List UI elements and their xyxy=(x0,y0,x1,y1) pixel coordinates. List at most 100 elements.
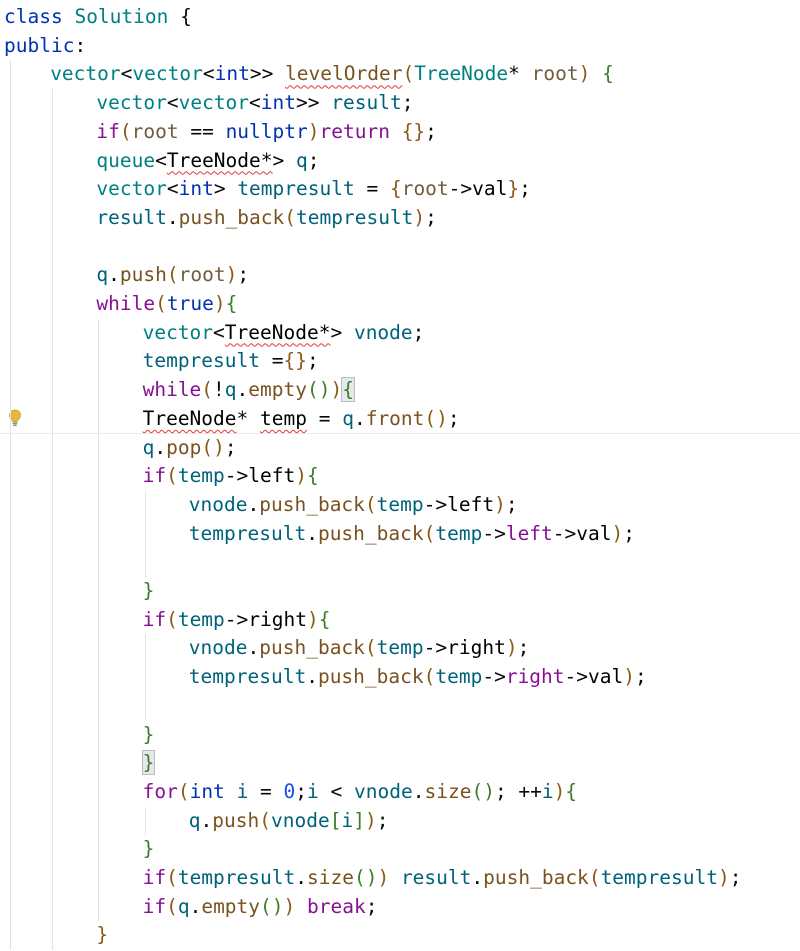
code-editor[interactable]: class Solution {public: vector<vector<int… xyxy=(0,0,800,951)
code-token: ( xyxy=(155,292,167,315)
code-line[interactable]: tempresult.push_back(temp->right->val); xyxy=(189,663,647,692)
code-line[interactable]: if(temp->right){ xyxy=(143,606,331,635)
code-line[interactable]: if(root == nullptr)return {}; xyxy=(96,118,437,147)
code-line[interactable]: vector<vector<int>> levelOrder(TreeNode*… xyxy=(50,60,614,89)
code-line[interactable]: vector<vector<int>> result; xyxy=(96,89,413,118)
code-token: } xyxy=(142,837,155,861)
code-token: temp xyxy=(177,607,225,631)
code-token: 0 xyxy=(283,779,296,803)
code-token: if xyxy=(96,119,120,143)
code-token: root xyxy=(401,177,449,201)
code-token: ; xyxy=(224,435,237,459)
code-token: -> xyxy=(482,665,506,689)
code-line[interactable]: } xyxy=(141,749,156,778)
code-token: . xyxy=(306,521,318,545)
code-token: front xyxy=(365,406,425,430)
code-token: { xyxy=(168,5,192,28)
code-line[interactable]: public: xyxy=(4,32,86,61)
code-token: < xyxy=(166,91,179,115)
code-token: vector xyxy=(96,177,167,201)
code-token: TreeNode* xyxy=(224,320,331,344)
code-line[interactable]: TreeNode* temp = q.front(); xyxy=(143,405,460,434)
code-line[interactable]: } xyxy=(143,577,155,606)
code-token: >> xyxy=(249,62,286,86)
code-token: () xyxy=(424,406,448,430)
code-line[interactable]: tempresult.push_back(temp->left->val); xyxy=(189,520,635,549)
code-token: . xyxy=(236,378,249,402)
code-token: ; xyxy=(623,521,636,545)
code-line[interactable]: if(tempresult.size()) result.push_back(t… xyxy=(143,864,742,893)
code-token: vnode xyxy=(354,779,413,803)
code-line[interactable]: vector<int> tempresult = {root->val}; xyxy=(96,175,531,204)
code-line[interactable]: q.push(root); xyxy=(96,261,249,290)
code-line[interactable]: queue<TreeNode*> q; xyxy=(96,147,319,176)
code-token: { xyxy=(565,779,578,803)
code-token: () xyxy=(471,779,495,803)
code-token: . xyxy=(471,866,484,889)
code-line[interactable]: q.push(vnode[i]); xyxy=(189,807,389,836)
code-token: ++ xyxy=(518,779,542,803)
code-line[interactable]: if(q.empty()) break; xyxy=(143,893,378,922)
code-line[interactable]: q.pop(); xyxy=(143,434,237,463)
code-token: . xyxy=(166,205,179,229)
code-token: { xyxy=(318,607,331,631)
code-token: [ xyxy=(329,808,342,832)
code-token: ) xyxy=(283,894,296,918)
code-line[interactable]: class Solution { xyxy=(4,3,192,32)
code-token: ( xyxy=(119,119,132,143)
code-token: vector xyxy=(132,62,203,86)
code-token: ; xyxy=(412,320,425,344)
code-line[interactable]: } xyxy=(143,835,155,864)
code-token: ; xyxy=(365,894,378,918)
code-token: . xyxy=(189,894,202,918)
code-token: pop xyxy=(166,435,202,459)
code-token: result xyxy=(400,866,472,889)
code-line[interactable]: result.push_back(tempresult); xyxy=(96,204,437,233)
code-token: i xyxy=(541,779,554,803)
code-token: ) xyxy=(717,866,730,889)
code-token: if xyxy=(142,464,167,488)
code-line[interactable]: while(true){ xyxy=(96,290,237,319)
code-token: left xyxy=(505,521,553,545)
code-line[interactable]: vnode.push_back(temp->left); xyxy=(189,491,518,520)
code-token: > xyxy=(272,148,296,172)
code-token: ; xyxy=(306,349,319,373)
code-token: -> xyxy=(423,636,448,660)
indent-guide xyxy=(144,490,146,577)
code-token: ( xyxy=(588,866,601,889)
code-token: q xyxy=(96,263,109,287)
code-token: tempresult xyxy=(296,205,414,229)
code-token: -> xyxy=(224,464,249,488)
code-token: * xyxy=(236,406,260,430)
code-line[interactable]: vnode.push_back(temp->right); xyxy=(189,634,530,663)
code-token: < xyxy=(120,62,133,86)
code-token: ; xyxy=(237,263,250,287)
code-token: int xyxy=(260,91,297,115)
code-token: ) xyxy=(377,866,390,889)
code-line[interactable]: for(int i = 0;i < vnode.size(); ++i){ xyxy=(143,778,578,807)
code-line[interactable]: } xyxy=(96,921,108,950)
code-token: ( xyxy=(166,607,178,631)
code-line[interactable]: } xyxy=(143,721,155,750)
code-token: -> xyxy=(552,521,577,545)
code-token: vector xyxy=(96,91,167,115)
code-line[interactable]: vector<TreeNode*> vnode; xyxy=(143,319,425,348)
code-token: q xyxy=(342,406,354,430)
code-line[interactable]: if(temp->left){ xyxy=(143,462,319,491)
code-token: ) xyxy=(505,636,518,660)
code-token: temp xyxy=(376,492,424,516)
code-token: ( xyxy=(364,492,377,516)
code-token: -> xyxy=(224,607,249,631)
code-token: for xyxy=(142,779,178,803)
code-token: i xyxy=(307,779,319,803)
code-token: val xyxy=(588,665,624,689)
code-token: ) xyxy=(364,808,377,832)
code-token: } xyxy=(96,923,109,947)
code-token: if xyxy=(142,894,167,918)
code-line[interactable]: while(!q.empty()){ xyxy=(143,376,355,405)
indent-guide xyxy=(52,89,54,951)
code-token: { xyxy=(225,292,238,315)
code-token: } xyxy=(142,579,155,602)
code-line[interactable]: tempresult ={}; xyxy=(143,347,319,376)
code-token: ( xyxy=(166,866,178,889)
